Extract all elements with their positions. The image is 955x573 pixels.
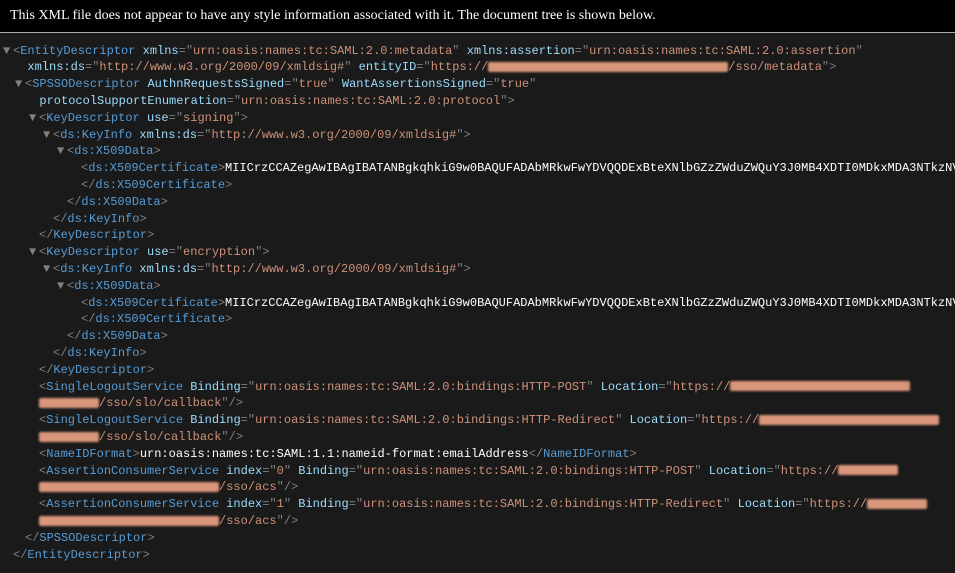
spsso-descriptor-close: </SPSSODescriptor>	[5, 530, 950, 547]
toggle-icon[interactable]: ▼	[57, 278, 67, 295]
spsso-descriptor-open[interactable]: ▼<SPSSODescriptor AuthnRequestsSigned="t…	[5, 76, 950, 93]
toggle-icon[interactable]: ▼	[29, 110, 39, 127]
entity-descriptor-open-cont: xmlns:ds="http://www.w3.org/2000/09/xmld…	[5, 59, 950, 76]
redacted-domain	[39, 432, 99, 442]
toggle-icon[interactable]: ▼	[43, 127, 53, 144]
xml-no-style-header: This XML file does not appear to have an…	[0, 0, 955, 33]
x509data-close-2: </ds:X509Data>	[5, 328, 950, 345]
spsso-descriptor-open-cont: protocolSupportEnumeration="urn:oasis:na…	[5, 93, 950, 110]
redacted-domain	[39, 398, 99, 408]
slo-redirect: <SingleLogoutService Binding="urn:oasis:…	[5, 412, 950, 429]
xml-tree: ▼<EntityDescriptor xmlns="urn:oasis:name…	[0, 33, 955, 573]
key-descriptor-close-2: </KeyDescriptor>	[5, 362, 950, 379]
toggle-icon[interactable]: ▼	[3, 43, 13, 60]
redacted-domain	[867, 499, 927, 509]
redacted-domain	[39, 516, 219, 526]
entity-descriptor-close: </EntityDescriptor>	[5, 547, 950, 564]
x509cert-line: <ds:X509Certificate>MIICrzCCAZegAwIBAgIB…	[5, 160, 950, 177]
keyinfo-open[interactable]: ▼<ds:KeyInfo xmlns:ds="http://www.w3.org…	[5, 127, 950, 144]
x509cert-close: </ds:X509Certificate>	[5, 177, 950, 194]
key-descriptor-encryption-open[interactable]: ▼<KeyDescriptor use="encryption">	[5, 244, 950, 261]
key-descriptor-signing-open[interactable]: ▼<KeyDescriptor use="signing">	[5, 110, 950, 127]
slo-redirect-cont: /sso/slo/callback"/>	[5, 429, 950, 446]
redacted-domain	[39, 482, 219, 492]
redacted-domain	[759, 415, 939, 425]
redacted-domain	[488, 62, 728, 72]
redacted-domain	[838, 465, 898, 475]
acs-0: <AssertionConsumerService index="0" Bind…	[5, 463, 950, 480]
nameid-format: <NameIDFormat>urn:oasis:names:tc:SAML:1.…	[5, 446, 950, 463]
x509data-open[interactable]: ▼<ds:X509Data>	[5, 143, 950, 160]
slo-post: <SingleLogoutService Binding="urn:oasis:…	[5, 379, 950, 396]
toggle-icon[interactable]: ▼	[57, 143, 67, 160]
x509data-open-2[interactable]: ▼<ds:X509Data>	[5, 278, 950, 295]
key-descriptor-close: </KeyDescriptor>	[5, 227, 950, 244]
x509cert-close-2: </ds:X509Certificate>	[5, 311, 950, 328]
redacted-domain	[730, 381, 910, 391]
acs-0-cont: /sso/acs"/>	[5, 479, 950, 496]
entity-descriptor-open[interactable]: ▼<EntityDescriptor xmlns="urn:oasis:name…	[5, 43, 950, 60]
keyinfo-close-2: </ds:KeyInfo>	[5, 345, 950, 362]
slo-post-cont: /sso/slo/callback"/>	[5, 395, 950, 412]
acs-1: <AssertionConsumerService index="1" Bind…	[5, 496, 950, 513]
x509cert-line-2: <ds:X509Certificate>MIICrzCCAZegAwIBAgIB…	[5, 295, 950, 312]
keyinfo-close: </ds:KeyInfo>	[5, 211, 950, 228]
keyinfo-open-2[interactable]: ▼<ds:KeyInfo xmlns:ds="http://www.w3.org…	[5, 261, 950, 278]
x509data-close: </ds:X509Data>	[5, 194, 950, 211]
toggle-icon[interactable]: ▼	[43, 261, 53, 278]
toggle-icon[interactable]: ▼	[15, 76, 25, 93]
acs-1-cont: /sso/acs"/>	[5, 513, 950, 530]
toggle-icon[interactable]: ▼	[29, 244, 39, 261]
